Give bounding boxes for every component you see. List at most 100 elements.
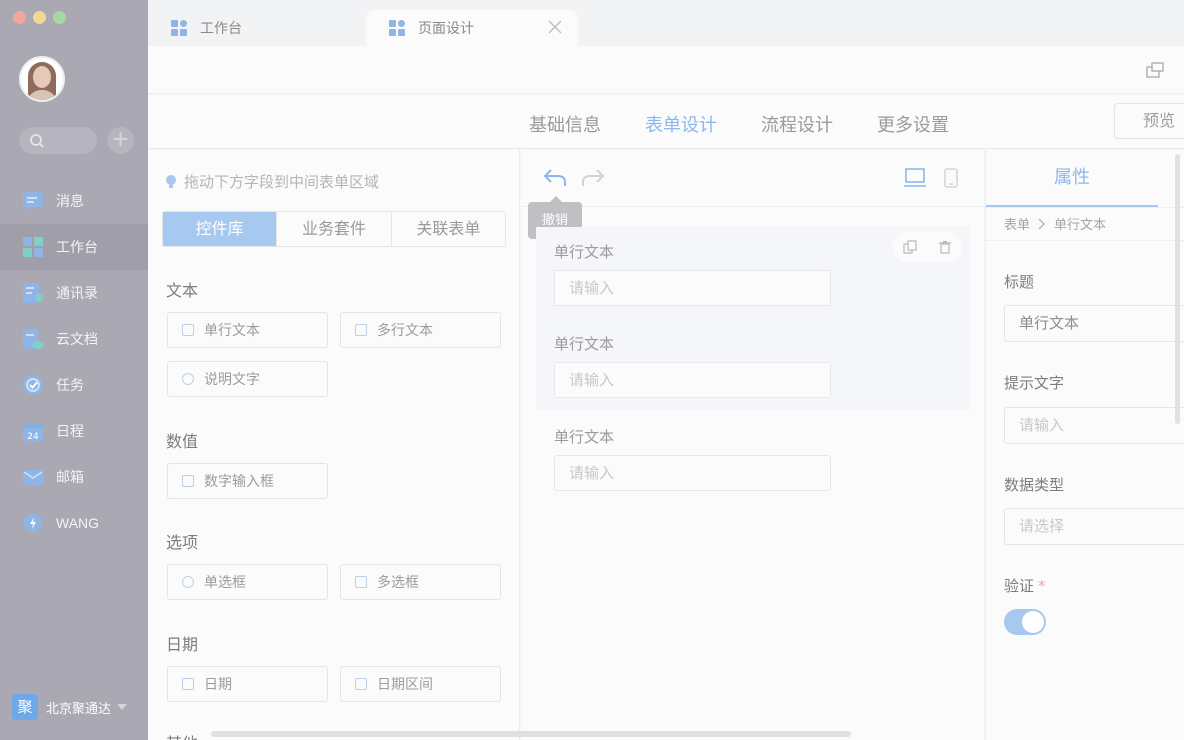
svg-text:24: 24: [27, 432, 39, 442]
calendar-icon: [182, 678, 194, 690]
form-row[interactable]: 单行文本 请输入: [554, 333, 831, 398]
redo-icon[interactable]: [581, 167, 605, 189]
trash-icon[interactable]: [938, 240, 952, 254]
tab-control-library[interactable]: 控件库: [163, 212, 278, 246]
sidebar-item-label: 消息: [56, 193, 84, 209]
tab-properties[interactable]: 属性: [986, 150, 1158, 207]
group-title-date: 日期: [166, 635, 199, 654]
checkbox-icon: [355, 576, 367, 588]
field-description-text[interactable]: 说明文字: [167, 361, 328, 397]
sidebar-item-schedule[interactable]: 24 日程: [0, 408, 148, 454]
field-label: 数字输入框: [204, 474, 274, 490]
step-more-settings[interactable]: 更多设置: [877, 111, 949, 137]
calendar-icon: [355, 678, 367, 690]
sidebar-item-label: 日程: [56, 423, 84, 439]
verify-toggle[interactable]: [1004, 609, 1046, 635]
field-single-line-text[interactable]: 单行文本: [167, 312, 328, 348]
field-radio[interactable]: 单选框: [167, 564, 328, 600]
contacts-icon: [22, 282, 44, 304]
search-icon: [30, 134, 44, 148]
form-row-label: 单行文本: [554, 428, 615, 446]
window-controls: [13, 11, 66, 24]
search-button[interactable]: [19, 127, 97, 154]
field-label: 单行文本: [204, 323, 260, 339]
wang-icon: [22, 512, 44, 534]
sidebar-item-cloud-docs[interactable]: 云文档: [0, 316, 148, 362]
preview-button[interactable]: 预览: [1114, 103, 1184, 139]
form-row-input[interactable]: 请输入: [554, 455, 831, 491]
undo-icon[interactable]: [543, 167, 567, 189]
sidebar-nav: 消息 工作台 通讯录 云文档 任务 24 日程 邮箱 WANG: [0, 178, 148, 546]
field-label: 多行文本: [377, 323, 433, 339]
tab-page-design[interactable]: 页面设计: [366, 10, 578, 46]
step-form-design[interactable]: 表单设计: [645, 111, 717, 153]
add-button[interactable]: +: [107, 127, 134, 154]
canvas-toolbar: [521, 150, 984, 207]
field-checkbox[interactable]: 多选框: [340, 564, 501, 600]
hint-text-input[interactable]: 请输入: [1004, 407, 1184, 444]
step-flow-design[interactable]: 流程设计: [761, 111, 833, 137]
avatar[interactable]: [19, 56, 65, 102]
form-row-label: 单行文本: [554, 335, 615, 353]
horizontal-scrollbar[interactable]: [211, 731, 851, 737]
workbench-icon: [22, 236, 44, 258]
company-switcher[interactable]: 聚 北京聚通达: [12, 694, 128, 720]
close-icon[interactable]: [548, 20, 562, 34]
group-title-number: 数值: [166, 432, 199, 451]
title-label: 标题: [1004, 273, 1035, 291]
field-label: 日期: [204, 677, 232, 693]
lightbulb-icon: [166, 174, 176, 189]
step-basic-info[interactable]: 基础信息: [529, 111, 601, 137]
data-type-label: 数据类型: [1004, 476, 1065, 494]
tab-business-suite[interactable]: 业务套件: [277, 212, 392, 246]
field-date-range[interactable]: 日期区间: [340, 666, 501, 702]
required-mark: *: [1038, 577, 1046, 595]
form-row[interactable]: 单行文本 请输入: [554, 426, 831, 491]
sidebar-item-label: WANG: [56, 515, 100, 531]
sidebar-item-mail[interactable]: 邮箱: [0, 454, 148, 500]
breadcrumb: 表单 单行文本: [1004, 214, 1106, 233]
field-label: 多选框: [377, 575, 419, 591]
mobile-view-icon[interactable]: [944, 168, 958, 188]
field-multi-line-text[interactable]: 多行文本: [340, 312, 501, 348]
minimize-window-button[interactable]: [33, 11, 46, 24]
cloud-doc-icon: [22, 328, 44, 350]
close-window-button[interactable]: [13, 11, 26, 24]
grid-app-icon: [170, 19, 188, 37]
vertical-scrollbar[interactable]: [1175, 154, 1180, 424]
sidebar-item-contacts[interactable]: 通讯录: [0, 270, 148, 316]
group-title-other: 其他: [166, 730, 198, 740]
mail-icon: [22, 466, 44, 488]
message-icon: [22, 190, 44, 212]
info-icon: [182, 373, 194, 385]
company-logo: 聚: [12, 694, 38, 720]
field-label: 日期区间: [377, 677, 433, 693]
sidebar: + 消息 工作台 通讯录 云文档 任务 24 日程 邮箱 WANG 聚 北京聚通…: [0, 0, 148, 740]
copy-icon[interactable]: [902, 240, 917, 254]
design-steps: 基础信息 表单设计 流程设计 更多设置 预览: [148, 95, 1184, 153]
new-window-icon[interactable]: [1146, 62, 1164, 78]
form-row-input[interactable]: 请输入: [554, 362, 831, 398]
tab-related-form[interactable]: 关联表单: [392, 212, 505, 246]
properties-panel: 属性 表单 单行文本 标题 单行文本 提示文字 请输入 数据类型 请选择 验证 *: [985, 150, 1184, 740]
group-title-options: 选项: [166, 533, 199, 552]
hint-text-label: 提示文字: [1004, 374, 1065, 392]
verify-label-text: 验证: [1004, 577, 1035, 595]
calendar-icon: 24: [22, 420, 44, 442]
maximize-window-button[interactable]: [53, 11, 66, 24]
desktop-view-icon[interactable]: [904, 168, 926, 188]
form-row[interactable]: 单行文本 请输入: [554, 241, 831, 306]
component-panel: 拖动下方字段到中间表单区域 控件库 业务套件 关联表单 文本 单行文本 多行文本…: [148, 150, 520, 740]
sidebar-item-workbench[interactable]: 工作台: [0, 224, 148, 270]
tab-workbench[interactable]: 工作台: [148, 10, 364, 46]
textarea-icon: [355, 324, 367, 336]
sidebar-item-wang[interactable]: WANG: [0, 500, 148, 546]
title-input[interactable]: 单行文本: [1004, 305, 1184, 342]
breadcrumb-item[interactable]: 表单: [1004, 214, 1030, 233]
field-number-input[interactable]: 数字输入框: [167, 463, 328, 499]
sidebar-item-tasks[interactable]: 任务: [0, 362, 148, 408]
data-type-select[interactable]: 请选择: [1004, 508, 1184, 545]
sidebar-item-messages[interactable]: 消息: [0, 178, 148, 224]
form-row-input[interactable]: 请输入: [554, 270, 831, 306]
field-date[interactable]: 日期: [167, 666, 328, 702]
